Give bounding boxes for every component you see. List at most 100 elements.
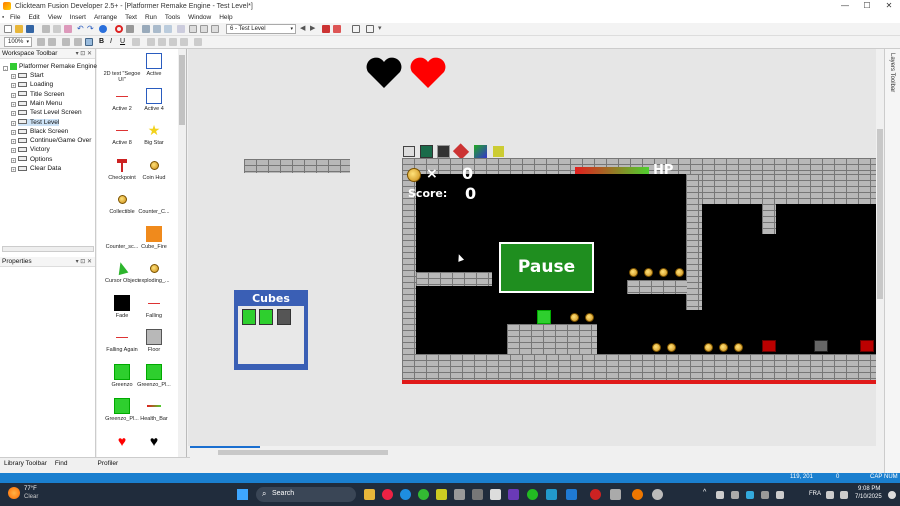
close-button[interactable]: ✕ [878,0,900,12]
red-cube-enemy[interactable] [860,340,874,352]
app-icon-yellow[interactable] [436,489,447,500]
tree-expand-icon[interactable]: + [11,111,16,117]
heart-black-icon[interactable] [364,54,404,90]
library-object[interactable]: Health_Bar [132,398,176,422]
align-justify-icon[interactable] [180,38,188,46]
tray-icon[interactable] [746,491,754,499]
app-icon-blue[interactable] [546,489,557,500]
storyboard-icon[interactable] [177,25,185,33]
tree-root[interactable]: Platformer Remake Engine [10,63,97,70]
menu-arrange[interactable]: Arrange [90,14,121,21]
notification-icon[interactable] [888,491,896,499]
weather-desc[interactable]: Clear [24,494,38,500]
canvas-vscroll-thumb[interactable] [877,129,883,299]
coin[interactable] [570,313,579,322]
run-app-icon[interactable] [126,25,134,33]
pen-icon[interactable] [48,38,56,46]
health-bar[interactable] [575,167,649,174]
snap-icon[interactable] [85,38,93,46]
tree-frame-item[interactable]: Options [18,156,52,163]
red-cube-enemy[interactable] [762,340,776,352]
tray-icon[interactable] [761,491,769,499]
library-object[interactable]: Counter_C... [132,191,176,215]
tree-expand-icon[interactable]: + [11,74,16,79]
brick-left-wall[interactable] [402,174,416,354]
resize-icon[interactable] [194,38,202,46]
brick-floor[interactable] [402,354,878,380]
tree-expand-icon[interactable]: + [11,92,16,98]
library-object[interactable]: exploding_... [132,260,176,284]
app-icon-bolt[interactable] [610,489,621,500]
clock-time[interactable]: 9:08 PM [858,486,880,492]
stop-icon[interactable] [115,25,123,33]
brick-left-ledge[interactable] [416,272,492,286]
coin[interactable] [585,313,594,322]
menu-file[interactable]: File [6,14,24,21]
menu-help[interactable]: Help [215,14,236,21]
object-icon[interactable] [474,145,487,158]
tray-icon[interactable] [716,491,724,499]
clock-date[interactable]: 7/10/2025 [855,494,882,500]
objects-scrollbar[interactable] [178,49,186,457]
open-folder-icon[interactable] [15,25,23,33]
chrome-icon[interactable] [382,489,393,500]
library-object[interactable]: Active 4 [132,87,176,112]
next-frame-icon[interactable]: ▶ [310,25,318,33]
heart-red-icon[interactable] [408,54,448,90]
brick-right-ledge[interactable] [627,280,687,294]
restore-icon[interactable] [366,25,374,33]
tree-frame-item[interactable]: Title Screen [18,91,64,98]
panel-controls-icon[interactable]: ▾ ⊡ ✕ [76,49,92,59]
undo-icon[interactable]: ↶ [77,25,85,33]
menu-run[interactable]: Run [141,14,161,21]
tree-frame-item[interactable]: Start [18,72,44,79]
terminal-icon[interactable] [472,489,483,500]
app-icon-red[interactable] [590,489,601,500]
library-object[interactable]: Greenzo_Pl... [132,363,176,388]
coin[interactable] [675,268,684,277]
grey-cube-enemy[interactable] [814,340,828,352]
canvas-vscrollbar[interactable] [876,49,884,446]
tree-frame-item[interactable]: Continue/Game Over [18,137,91,144]
tree-expand-icon[interactable]: + [11,167,16,172]
zoom-dropdown[interactable]: 100% ▾ [4,37,32,47]
library-object[interactable]: Coin Hud [132,157,176,181]
coin[interactable] [659,268,668,277]
frame-editor-icon[interactable] [142,25,150,33]
vscode-icon[interactable] [566,489,577,500]
pen-alt-icon[interactable] [62,38,70,46]
canvas-hscroll-thumb[interactable] [218,450,388,455]
cut-icon[interactable] [42,25,50,33]
weather-icon[interactable] [8,487,20,499]
library-object[interactable]: ♥ [132,433,176,451]
file-explorer-icon[interactable] [364,489,375,500]
align-left-icon[interactable] [147,38,155,46]
tray-icon[interactable] [776,491,784,499]
tree-frame-item[interactable]: Black Screen [18,128,68,135]
coin[interactable] [652,343,661,352]
text-hud-icon[interactable] [403,146,415,157]
run-frame-icon[interactable] [322,25,330,33]
joystick-icon[interactable] [437,145,450,158]
app-icon-purple[interactable] [508,489,519,500]
tree-frame-item[interactable]: Test Level Screen [18,109,82,116]
pause-button[interactable]: Pause [499,242,594,293]
underline-button[interactable]: U [120,38,128,46]
align-right-icon[interactable] [169,38,177,46]
coin[interactable] [644,268,653,277]
tree-expand-icon[interactable]: + [11,101,16,107]
menu-edit[interactable]: Edit [24,14,43,21]
text-color-icon[interactable] [132,38,140,46]
minimize-button[interactable]: — [834,0,856,12]
weather-temp[interactable]: 77°F [24,486,37,492]
coin-hud-icon[interactable] [407,168,421,182]
library-object[interactable]: Floor [132,329,176,353]
tree-frame-item[interactable]: Loading [18,81,53,88]
app-icon-light[interactable] [490,489,501,500]
tree-expand-icon[interactable]: + [11,129,16,135]
coin[interactable] [704,343,713,352]
move-icon[interactable] [74,38,82,46]
app-icon-green[interactable] [527,489,538,500]
clickteam-icon[interactable] [632,489,643,500]
frame-select-dropdown[interactable]: 6 - Test Level ▾ [226,24,296,34]
